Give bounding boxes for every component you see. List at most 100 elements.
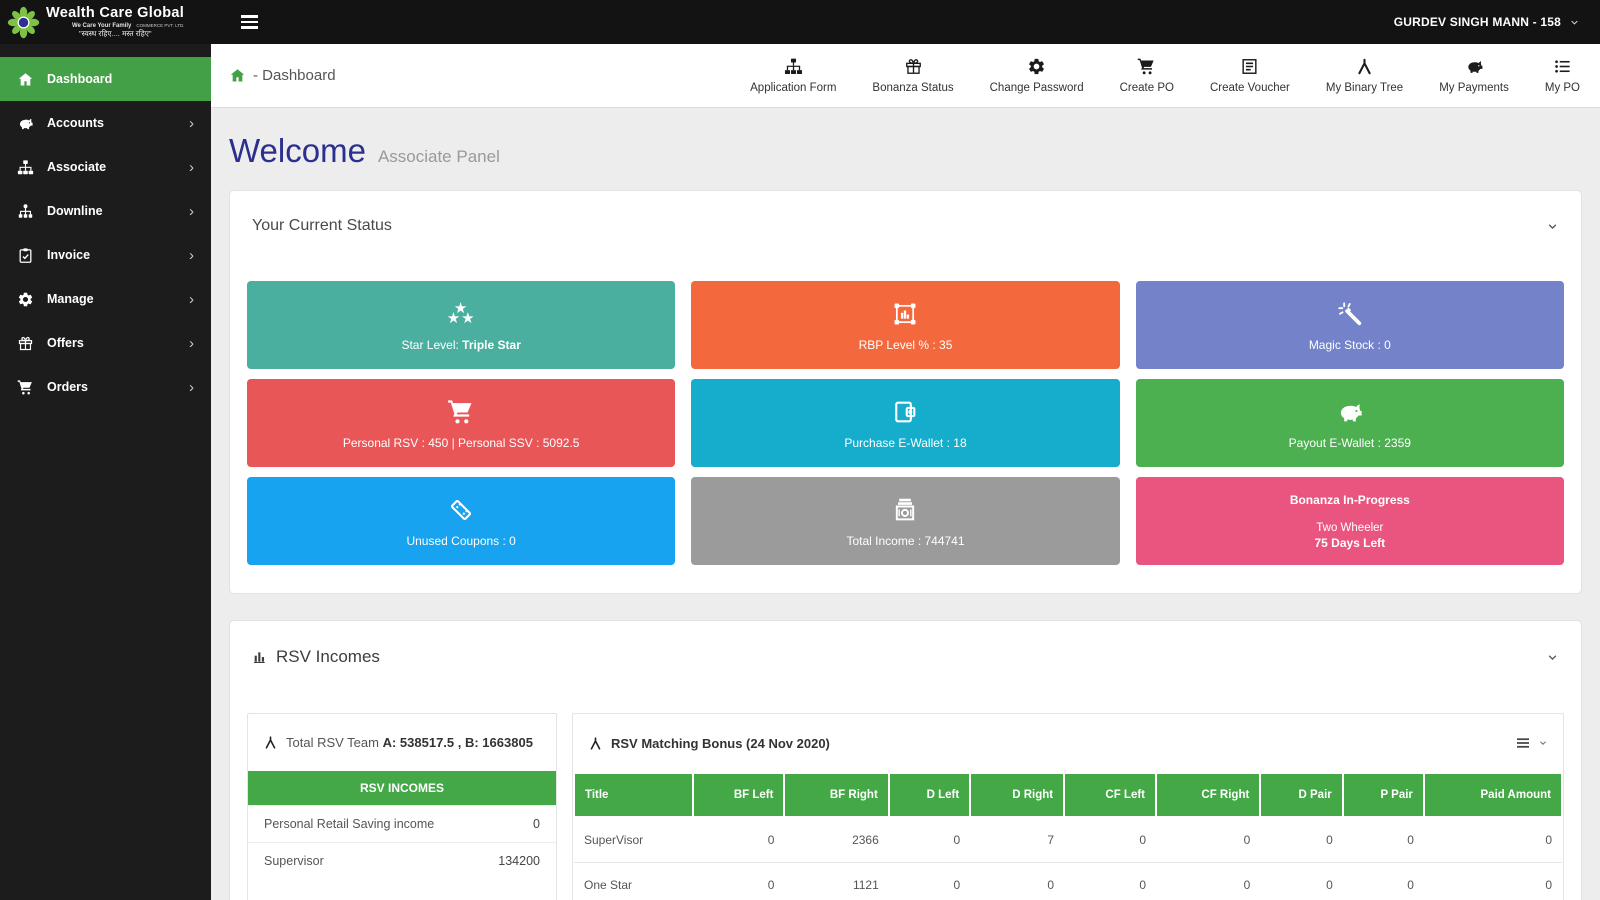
quicklink-bonanza-status[interactable]: Bonanza Status bbox=[872, 57, 953, 94]
cell-d-right: 0 bbox=[970, 863, 1064, 900]
status-cards-grid: ★★★ Star Level: Triple Star RBP Level % … bbox=[230, 235, 1581, 593]
collapse-chevron-down-icon[interactable] bbox=[1546, 651, 1559, 664]
sidebar-item-manage[interactable]: Manage › bbox=[0, 277, 211, 321]
panel-title: Your Current Status bbox=[252, 217, 392, 235]
sidebar-item-accounts[interactable]: Accounts › bbox=[0, 101, 211, 145]
cash-icon bbox=[891, 495, 919, 525]
sidebar-item-label: Manage bbox=[47, 292, 94, 306]
brand-subtitle: We Care Your Family bbox=[72, 23, 131, 30]
home-icon[interactable] bbox=[229, 67, 246, 84]
cell-cf-right: 0 bbox=[1156, 817, 1260, 863]
rsv-body: Total RSV Team A: 538517.5 , B: 1663805 … bbox=[230, 667, 1581, 900]
chevron-right-icon: › bbox=[189, 203, 194, 220]
column-header: D Pair bbox=[1260, 773, 1342, 817]
welcome-heading: Welcome Associate Panel bbox=[229, 132, 1582, 170]
column-header: CF Left bbox=[1064, 773, 1156, 817]
rsv-incomes-panel-header: RSV Incomes bbox=[230, 621, 1581, 667]
chevron-right-icon: › bbox=[189, 159, 194, 176]
status-card-label: Unused Coupons : 0 bbox=[406, 534, 515, 548]
status-card-bonanza-in-progress: Bonanza In-Progress Two Wheeler 75 Days … bbox=[1136, 477, 1564, 565]
column-header: D Right bbox=[970, 773, 1064, 817]
status-card-label: Magic Stock : 0 bbox=[1309, 338, 1391, 352]
cell-paid-amount: 0 bbox=[1424, 863, 1562, 900]
table-row: Supervisor 134200 bbox=[248, 843, 556, 880]
quicklink-application-form[interactable]: Application Form bbox=[750, 57, 836, 94]
table-row: SuperVisor 0 2366 0 7 0 0 0 0 0 bbox=[574, 817, 1562, 863]
quicklink-label: My Payments bbox=[1439, 82, 1509, 94]
user-name: GURDEV SINGH MANN - 158 bbox=[1394, 15, 1561, 29]
quicklink-label: Application Form bbox=[750, 82, 836, 94]
main-area: - Dashboard Application Form Bonanza Sta… bbox=[211, 0, 1600, 900]
sidebar-item-orders[interactable]: Orders › bbox=[0, 365, 211, 409]
breadcrumb: - Dashboard bbox=[229, 67, 336, 84]
sidebar-toggle-hamburger-icon[interactable] bbox=[237, 11, 262, 33]
page-subtitle: Associate Panel bbox=[378, 147, 500, 167]
quicklink-label: Change Password bbox=[990, 82, 1084, 94]
sitemap-icon bbox=[784, 57, 803, 76]
rsv-matching-bonus-card: RSV Matching Bonus (24 Nov 2020) TitleBF… bbox=[572, 713, 1564, 900]
sidebar-item-offers[interactable]: Offers › bbox=[0, 321, 211, 365]
brand-tagline: "स्वस्थ रहिए.... मस्त रहिए" bbox=[46, 30, 185, 38]
table-menu-hamburger-icon[interactable] bbox=[1515, 735, 1531, 751]
quicklinks: Application Form Bonanza Status Change P… bbox=[750, 57, 1580, 94]
table-row: One Star 0 1121 0 0 0 0 0 0 0 bbox=[574, 863, 1562, 900]
income-value: 134200 bbox=[474, 843, 556, 880]
sidebar-item-label: Dashboard bbox=[47, 72, 112, 86]
chevron-down-icon[interactable] bbox=[1538, 738, 1548, 748]
ticket-icon bbox=[447, 495, 475, 525]
income-label: Supervisor bbox=[248, 843, 474, 880]
sidebar-item-label: Offers bbox=[47, 336, 84, 350]
quicklink-my-binary-tree[interactable]: My Binary Tree bbox=[1326, 57, 1403, 94]
sitemap-icon bbox=[17, 159, 34, 176]
list-icon bbox=[1553, 57, 1572, 76]
collapse-chevron-down-icon[interactable] bbox=[1546, 220, 1559, 233]
cell-cf-left: 0 bbox=[1064, 817, 1156, 863]
bonanza-prize: Two Wheeler bbox=[1314, 522, 1385, 534]
sidebar: Dashboard › Accounts › Associate › Downl… bbox=[0, 44, 211, 900]
quicklink-label: Create PO bbox=[1120, 82, 1174, 94]
status-card-personal-rsv-ssv: Personal RSV : 450 | Personal SSV : 5092… bbox=[247, 379, 675, 467]
column-header: BF Right bbox=[784, 773, 888, 817]
binary-tree-icon bbox=[588, 736, 603, 751]
quicklink-change-password[interactable]: Change Password bbox=[990, 57, 1084, 94]
status-card-unused-coupons: Unused Coupons : 0 bbox=[247, 477, 675, 565]
quicklink-label: My Binary Tree bbox=[1326, 82, 1403, 94]
brand-title: Wealth Care Global bbox=[46, 6, 185, 22]
user-menu[interactable]: GURDEV SINGH MANN - 158 bbox=[1394, 15, 1600, 29]
cell-bf-left: 0 bbox=[693, 817, 785, 863]
status-card-total-income: Total Income : 744741 bbox=[691, 477, 1119, 565]
income-label: Personal Retail Saving income bbox=[248, 806, 474, 843]
sidebar-item-label: Downline bbox=[47, 204, 103, 218]
status-card-rbp-level: RBP Level % : 35 bbox=[691, 281, 1119, 369]
gift-icon bbox=[17, 335, 34, 352]
cell-paid-amount: 0 bbox=[1424, 817, 1562, 863]
sidebar-item-downline[interactable]: Downline › bbox=[0, 189, 211, 233]
brand-text: Wealth Care Global We Care Your Family C… bbox=[46, 6, 185, 39]
income-value: 0 bbox=[474, 806, 556, 843]
cell-d-right: 7 bbox=[970, 817, 1064, 863]
gear-icon bbox=[17, 291, 34, 308]
quicklink-create-voucher[interactable]: Create Voucher bbox=[1210, 57, 1290, 94]
status-card-label: Total Income : 744741 bbox=[846, 534, 964, 548]
cell-cf-right: 0 bbox=[1156, 863, 1260, 900]
magic-wand-icon bbox=[1336, 299, 1364, 329]
sidebar-item-label: Accounts bbox=[47, 116, 104, 130]
quicklink-create-po[interactable]: Create PO bbox=[1120, 57, 1174, 94]
sidebar-item-dashboard[interactable]: Dashboard › bbox=[0, 57, 211, 101]
cell-title: One Star bbox=[574, 863, 693, 900]
page-content: Welcome Associate Panel Your Current Sta… bbox=[211, 108, 1600, 900]
quicklink-my-po[interactable]: My PO bbox=[1545, 57, 1580, 94]
home-icon bbox=[17, 71, 34, 88]
status-card-payout-ewallet: Payout E-Wallet : 2359 bbox=[1136, 379, 1564, 467]
sidebar-item-invoice[interactable]: Invoice › bbox=[0, 233, 211, 277]
bar-chart-icon bbox=[252, 649, 268, 665]
rsv-matching-bonus-title: RSV Matching Bonus (24 Nov 2020) bbox=[611, 736, 830, 751]
sidebar-item-associate[interactable]: Associate › bbox=[0, 145, 211, 189]
column-header: CF Right bbox=[1156, 773, 1260, 817]
quicklink-my-payments[interactable]: My Payments bbox=[1439, 57, 1509, 94]
cart-icon bbox=[447, 397, 475, 427]
column-header: P Pair bbox=[1343, 773, 1424, 817]
status-card-magic-stock: Magic Stock : 0 bbox=[1136, 281, 1564, 369]
status-card-label: Payout E-Wallet : 2359 bbox=[1289, 436, 1411, 450]
rsv-matching-bonus-header: RSV Matching Bonus (24 Nov 2020) bbox=[573, 714, 1563, 772]
